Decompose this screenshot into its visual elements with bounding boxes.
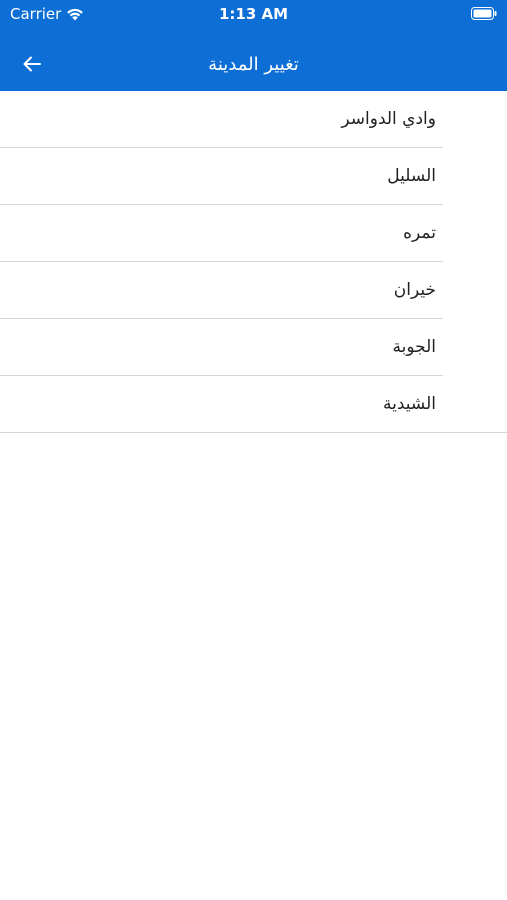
city-label: تمره bbox=[403, 223, 436, 243]
city-list-item[interactable]: الشيدية bbox=[0, 376, 507, 433]
page-title: تغيير المدينة bbox=[208, 54, 299, 75]
city-label: السليل bbox=[387, 166, 436, 186]
city-list-item[interactable]: السليل bbox=[0, 148, 507, 205]
battery-icon bbox=[471, 7, 497, 20]
city-list: وادي الدواسر السليل تمره خيران الجوبة ال… bbox=[0, 91, 507, 433]
status-time: 1:13 AM bbox=[218, 5, 289, 23]
city-list-item[interactable]: تمره bbox=[0, 205, 507, 262]
city-list-item[interactable]: وادي الدواسر bbox=[0, 91, 507, 148]
city-list-item[interactable]: خيران bbox=[0, 262, 507, 319]
city-label: الجوبة bbox=[392, 337, 436, 357]
status-bar: Carrier 1:13 AM bbox=[0, 0, 507, 30]
city-label: خيران bbox=[393, 280, 436, 300]
city-list-item[interactable]: الجوبة bbox=[0, 319, 507, 376]
city-label: وادي الدواسر bbox=[341, 109, 436, 129]
navigation-bar: تغيير المدينة bbox=[0, 40, 507, 91]
app-header: Carrier 1:13 AM تغيير المدينة bbox=[0, 0, 507, 91]
city-label: الشيدية bbox=[383, 394, 436, 414]
